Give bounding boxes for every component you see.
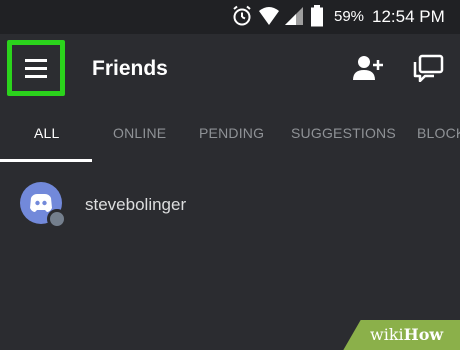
- menu-line: [25, 75, 47, 78]
- alarm-icon: [233, 5, 251, 26]
- watermark-part2: How: [403, 325, 444, 344]
- menu-highlight[interactable]: [7, 40, 65, 96]
- tab-all[interactable]: ALL: [34, 125, 60, 141]
- add-friend-icon[interactable]: [352, 54, 384, 82]
- clock: 12:54 PM: [372, 7, 445, 26]
- active-tab-indicator: [0, 159, 92, 162]
- battery-percent: 59%: [334, 8, 365, 25]
- tab-blocked[interactable]: BLOCK: [417, 125, 460, 141]
- tab-pending[interactable]: PENDING: [199, 125, 264, 141]
- tab-suggestions[interactable]: SUGGESTIONS: [291, 125, 396, 141]
- watermark-part1: wiki: [370, 325, 404, 344]
- wifi-icon: [259, 7, 279, 25]
- friend-username[interactable]: stevebolinger: [85, 195, 186, 215]
- battery-icon: [311, 5, 323, 27]
- menu-line: [25, 59, 47, 62]
- status-bar: 59% 12:54 PM: [0, 0, 460, 34]
- menu-line: [25, 67, 47, 70]
- list-item[interactable]: stevebolinger: [0, 170, 460, 234]
- signal-icon: [285, 7, 303, 25]
- friends-tab-bar: ALL ONLINE PENDING SUGGESTIONS BLOCK: [0, 100, 460, 162]
- tab-online[interactable]: ONLINE: [113, 125, 166, 141]
- app-bar: Friends: [0, 34, 460, 100]
- offline-status-indicator: [47, 209, 67, 229]
- wikihow-watermark: wikiHow: [370, 325, 443, 344]
- new-group-dm-icon[interactable]: [412, 54, 444, 82]
- hamburger-menu-icon[interactable]: [12, 45, 60, 91]
- page-title: Friends: [92, 57, 168, 80]
